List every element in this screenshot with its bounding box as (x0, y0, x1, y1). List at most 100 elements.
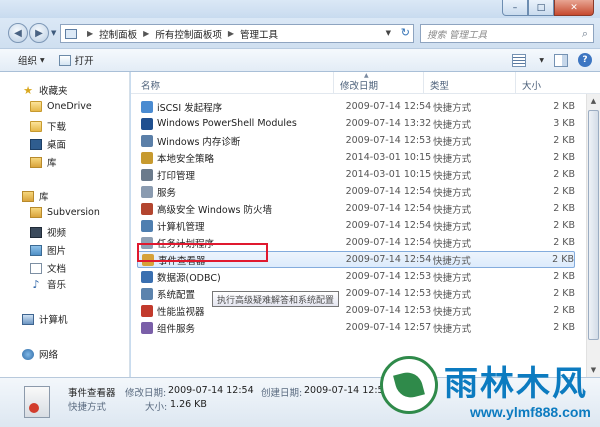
file-date: 2009-07-14 12:54 (345, 254, 432, 265)
chevron-down-icon: ▼ (40, 56, 45, 64)
file-date: 2009-07-14 12:53 (345, 135, 432, 146)
search-input[interactable]: 搜索 管理工具 ⌕ (420, 24, 594, 43)
computer-icon (22, 313, 34, 325)
breadcrumb-all-items[interactable]: 所有控制面板项 (155, 27, 222, 41)
sidebar-item-label: 计算机 (39, 315, 68, 326)
folder-icon (30, 101, 42, 112)
sidebar-item-network[interactable]: 网络 (22, 347, 58, 361)
tooltip: 执行高级疑难解答和系统配置 (212, 291, 340, 307)
open-button[interactable]: 打开 (58, 53, 94, 67)
address-dropdown-icon[interactable]: ▼ (386, 29, 391, 37)
sidebar-item-label: 库 (39, 192, 49, 203)
file-row[interactable]: Windows 内存诊断 2009-07-14 12:53 快捷方式 2 KB (137, 132, 575, 149)
column-divider[interactable] (515, 72, 516, 94)
shortcut-icon (141, 270, 153, 283)
breadcrumb-control-panel[interactable]: 控制面板 (99, 27, 137, 41)
recent-pages-dropdown[interactable]: ▼ (51, 29, 56, 37)
sidebar-item-label: 视频 (47, 228, 67, 239)
file-size: 2 KB (552, 254, 574, 265)
control-panel-icon (65, 28, 77, 39)
column-divider[interactable] (333, 72, 334, 94)
column-header-date[interactable]: 修改日期 (340, 78, 378, 92)
sidebar-item-pictures[interactable]: 图片 (30, 243, 66, 257)
sidebar-item-libraries[interactable]: 库 (22, 189, 49, 203)
forward-button[interactable]: ▶ (29, 23, 49, 43)
sidebar-item-music[interactable]: ♪ 音乐 (30, 277, 67, 292)
file-row[interactable]: 本地安全策略 2014-03-01 10:15 快捷方式 2 KB (137, 149, 575, 166)
change-view-icon[interactable] (512, 53, 527, 67)
preview-pane-icon[interactable] (554, 53, 568, 67)
file-row[interactable]: 数据源(ODBC) 2009-07-14 12:53 快捷方式 2 KB (137, 268, 575, 285)
file-row[interactable]: 性能监视器 2009-07-14 12:53 快捷方式 2 KB (137, 302, 575, 319)
file-size: 2 KB (553, 152, 575, 163)
sidebar-item-label: 桌面 (47, 140, 67, 151)
column-header-type[interactable]: 类型 (430, 78, 449, 92)
watermark-logo: 雨林木风 www.ylmf888.com (374, 344, 600, 427)
file-row[interactable]: 打印管理 2014-03-01 10:15 快捷方式 2 KB (137, 166, 575, 183)
details-modified-label: 修改日期: (125, 388, 167, 399)
refresh-icon[interactable]: ↻ (401, 26, 410, 39)
file-row[interactable]: 服务 2009-07-14 12:54 快捷方式 2 KB (137, 183, 575, 200)
column-header-name[interactable]: 名称 (141, 78, 160, 92)
shortcut-icon (141, 134, 153, 147)
file-type: 快捷方式 (433, 153, 472, 165)
file-row[interactable]: Windows PowerShell Modules 2009-07-14 13:… (137, 115, 575, 132)
download-folder-icon (30, 120, 42, 132)
sidebar-item-label: 音乐 (47, 280, 67, 291)
file-list: 名称 ▲ 修改日期 类型 大小 iSCSI 发起程序 2009-07-14 12:… (131, 72, 600, 377)
file-date: 2009-07-14 12:54 (345, 203, 432, 214)
address-bar[interactable]: ▶ 控制面板 ▶ 所有控制面板项 ▶ 管理工具 ▼ ↻ (60, 24, 414, 43)
scrollbar-thumb[interactable] (588, 110, 599, 340)
file-type: 快捷方式 (433, 187, 472, 199)
back-button[interactable]: ◀ (8, 23, 28, 43)
breadcrumb-admin-tools[interactable]: 管理工具 (240, 27, 278, 41)
shortcut-icon (141, 287, 153, 300)
network-icon (22, 348, 34, 360)
close-button[interactable]: ✕ (554, 0, 594, 16)
scroll-up-icon[interactable]: ▲ (587, 94, 600, 108)
breadcrumb-separator-icon: ▶ (143, 29, 150, 38)
file-name: 高级安全 Windows 防火墙 (157, 204, 272, 216)
sidebar-item-videos[interactable]: 视频 (30, 225, 66, 239)
sidebar-item-label: 网络 (39, 350, 59, 361)
sidebar-item-label: 库 (47, 158, 57, 169)
sidebar-item-onedrive[interactable]: OneDrive (30, 101, 92, 112)
folder-icon (30, 207, 42, 218)
sidebar-item-favorites[interactable]: ★ 收藏夹 (22, 83, 68, 98)
file-type: 快捷方式 (433, 306, 472, 318)
file-name: iSCSI 发起程序 (157, 102, 223, 114)
vertical-scrollbar[interactable]: ▲ ▼ (586, 94, 600, 377)
organize-menu[interactable]: 组织 ▼ (18, 53, 45, 67)
title-bar: – □ ✕ (0, 0, 600, 18)
file-name: 打印管理 (157, 170, 196, 182)
navigation-bar: ◀ ▶ ▼ ▶ 控制面板 ▶ 所有控制面板项 ▶ 管理工具 ▼ ↻ 搜索 管理工… (0, 18, 600, 48)
file-name: 计算机管理 (157, 221, 205, 233)
back-arrow-icon: ◀ (14, 27, 22, 39)
maximize-button[interactable]: □ (528, 0, 554, 16)
sidebar-item-label: 收藏夹 (39, 86, 68, 97)
file-row[interactable]: 组件服务 2009-07-14 12:57 快捷方式 2 KB (137, 319, 575, 336)
minimize-button[interactable]: – (502, 0, 528, 16)
sidebar-item-computer[interactable]: 计算机 (22, 312, 68, 326)
file-row[interactable]: 系统配置 2009-07-14 12:53 快捷方式 2 KB (137, 285, 575, 302)
help-icon[interactable]: ? (578, 53, 592, 67)
view-options-chevron-icon[interactable]: ▼ (539, 57, 544, 64)
sidebar-item-subversion[interactable]: Subversion (30, 207, 100, 218)
column-header-row: 名称 ▲ 修改日期 类型 大小 (131, 72, 600, 94)
search-icon[interactable]: ⌕ (577, 27, 593, 41)
file-row[interactable]: iSCSI 发起程序 2009-07-14 12:54 快捷方式 2 KB (137, 98, 575, 115)
sidebar-item-desktop[interactable]: 桌面 (30, 137, 66, 151)
file-row[interactable]: 计算机管理 2009-07-14 12:54 快捷方式 2 KB (137, 217, 575, 234)
file-type: 快捷方式 (433, 272, 472, 284)
file-size: 2 KB (553, 237, 575, 248)
file-size: 2 KB (553, 305, 575, 316)
column-header-size[interactable]: 大小 (522, 78, 541, 92)
file-row[interactable]: 高级安全 Windows 防火墙 2009-07-14 12:54 快捷方式 2 KB (137, 200, 575, 217)
sidebar-item-recent-library[interactable]: 库 (30, 155, 57, 169)
column-divider[interactable] (423, 72, 424, 94)
file-date: 2009-07-14 12:54 (345, 186, 432, 197)
details-created-label: 创建日期: (261, 388, 303, 399)
sidebar-item-documents[interactable]: 文档 (30, 261, 66, 275)
file-type: 快捷方式 (433, 170, 472, 182)
sidebar-item-downloads[interactable]: 下载 (30, 119, 66, 133)
